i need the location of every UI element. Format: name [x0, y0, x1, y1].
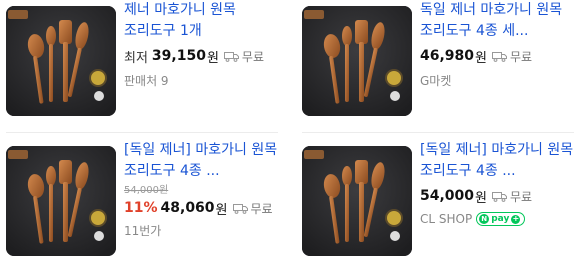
- seller-info[interactable]: 판매처 9: [124, 72, 278, 89]
- product-card[interactable]: [독일 제너] 마호가니 원목 조리도구 4종 ... 54,000 원 무료 …: [296, 140, 580, 256]
- seller-info[interactable]: CL SHOP N pay +: [420, 212, 574, 226]
- shipping-text: 무료: [250, 201, 273, 216]
- product-card[interactable]: 제너 마호가니 원목 조리도구 1개 최저 39,150 원 무료 판매처 9: [0, 0, 284, 116]
- npay-plus-icon: +: [511, 214, 521, 224]
- product-thumbnail[interactable]: [6, 146, 116, 256]
- spoon-set-image: [302, 146, 412, 256]
- price-row: 54,000 원 무료: [420, 186, 574, 206]
- product-thumbnail[interactable]: [302, 146, 412, 256]
- shipping-text: 무료: [510, 49, 533, 64]
- free-shipping: 무료: [232, 200, 273, 217]
- npay-badge: N pay +: [476, 212, 526, 226]
- currency-label: 원: [215, 202, 228, 218]
- spoon-set-image: [302, 6, 412, 116]
- product-title[interactable]: 독일 제너 마호가니 원목 조리도구 4종 세...: [420, 0, 574, 42]
- price-row: 최저 39,150 원 무료: [124, 46, 278, 66]
- seller-info[interactable]: 11번가: [124, 222, 278, 239]
- spoon-set-image: [6, 146, 116, 256]
- price-row: 11% 48,060 원 무료: [124, 198, 278, 218]
- row-divider: [302, 132, 574, 133]
- product-card[interactable]: [독일 제너] 마호가니 원목 조리도구 4종 ... 54,000원 11% …: [0, 140, 284, 256]
- spoon-set-image: [6, 6, 116, 116]
- product-thumbnail[interactable]: [302, 6, 412, 116]
- currency-label: 원: [475, 50, 487, 66]
- truck-icon: [492, 51, 507, 62]
- truck-icon: [492, 191, 507, 202]
- free-shipping: 무료: [492, 48, 532, 65]
- price-value: 39,150: [151, 48, 206, 64]
- shipping-text: 무료: [510, 189, 533, 204]
- price-value: 48,060: [160, 200, 215, 216]
- currency-label: 원: [206, 50, 219, 66]
- price-value: 46,980: [420, 48, 475, 64]
- price-value: 54,000: [420, 188, 475, 204]
- product-title[interactable]: 제너 마호가니 원목 조리도구 1개: [124, 0, 278, 42]
- npay-label: pay: [491, 214, 510, 224]
- product-title[interactable]: [독일 제너] 마호가니 원목 조리도구 4종 ...: [420, 140, 574, 182]
- row-divider: [6, 132, 278, 133]
- shipping-text: 무료: [241, 49, 265, 64]
- discount-rate: 11%: [124, 200, 158, 216]
- price-row: 46,980 원 무료: [420, 46, 574, 66]
- original-price: 54,000원: [124, 185, 169, 196]
- product-card[interactable]: 독일 제너 마호가니 원목 조리도구 4종 세... 46,980 원 무료 G…: [296, 0, 580, 116]
- truck-icon: [232, 203, 248, 214]
- free-shipping: 무료: [223, 48, 265, 65]
- currency-label: 원: [475, 190, 487, 206]
- npay-n-icon: N: [479, 214, 490, 224]
- seller-info[interactable]: G마켓: [420, 72, 574, 89]
- seller-name[interactable]: CL SHOP: [420, 212, 472, 226]
- lowest-price-label: 최저: [124, 50, 148, 66]
- truck-icon: [223, 51, 239, 62]
- product-title[interactable]: [독일 제너] 마호가니 원목 조리도구 4종 ...: [124, 140, 278, 182]
- product-thumbnail[interactable]: [6, 6, 116, 116]
- free-shipping: 무료: [492, 188, 532, 205]
